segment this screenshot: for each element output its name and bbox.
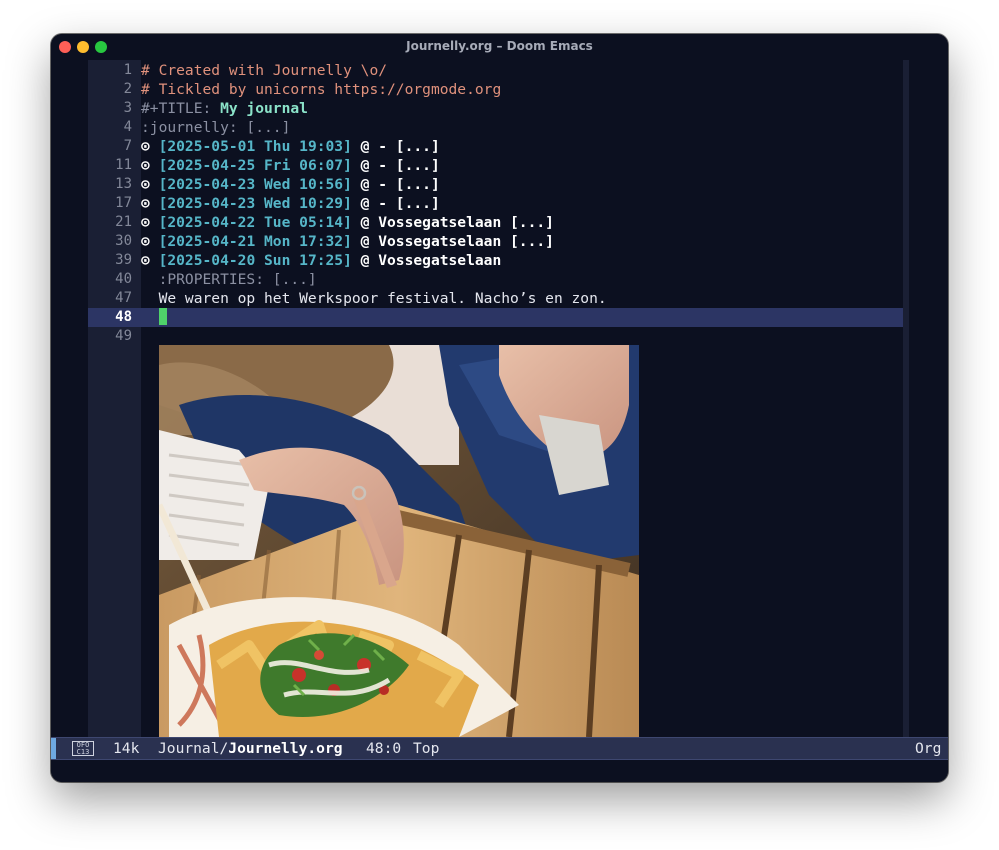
heading-timestamp: [2025-04-20 Sun 17:25] [158, 252, 352, 269]
encoding-icon-bottom: C13 [76, 747, 90, 756]
buffer-line[interactable]: 11 ⊙ [2025-04-25 Fri 06:07] @ - [...] [51, 156, 903, 175]
title-keyword: #+TITLE: [141, 100, 221, 117]
buffer-line[interactable]: 47 We waren op het Werkspoor festival. N… [51, 289, 903, 308]
line-text[interactable]: ⊙ [2025-04-21 Mon 17:32] @ Vossegatselaa… [141, 232, 554, 251]
buffer-directory: Journal/ [158, 740, 229, 757]
buffer-size: 14k [113, 740, 140, 757]
buffer-line[interactable]: 48 [51, 308, 903, 327]
line-number: 21 [115, 214, 132, 230]
buffer-line[interactable]: 13 ⊙ [2025-04-23 Wed 10:56] @ - [...] [51, 175, 903, 194]
heading-bullet-icon: ⊙ [141, 195, 159, 212]
heading-title: @ - [...] [351, 176, 440, 193]
heading-timestamp: [2025-04-22 Tue 05:14] [158, 214, 352, 231]
cursor-position: 48:0 [366, 740, 402, 757]
buffer-line[interactable]: 7 ⊙ [2025-05-01 Thu 19:03] @ - [...] [51, 137, 903, 156]
right-fringe [903, 60, 909, 737]
line-number: 40 [115, 271, 132, 287]
line-number: 4 [123, 119, 132, 135]
line-text[interactable]: ⊙ [2025-04-25 Fri 06:07] @ - [...] [141, 156, 440, 175]
heading-bullet-icon: ⊙ [141, 252, 159, 269]
line-text[interactable] [141, 308, 167, 327]
line-text[interactable]: # Created with Journelly \o/ [141, 61, 387, 80]
heading-bullet-icon: ⊙ [141, 214, 159, 231]
heading-timestamp: [2025-04-23 Wed 10:56] [158, 176, 352, 193]
buffer-line[interactable]: 17 ⊙ [2025-04-23 Wed 10:29] @ - [...] [51, 194, 903, 213]
heading-title: @ - [...] [351, 138, 440, 155]
nachos-photo [159, 345, 639, 737]
heading-bullet-icon: ⊙ [141, 233, 159, 250]
line-text[interactable]: ⊙ [2025-04-20 Sun 17:25] @ Vossegatselaa… [141, 251, 501, 270]
current-line-highlight [88, 308, 903, 327]
buffer-line[interactable]: 49 [51, 327, 903, 346]
title-bar: Journelly.org – Doom Emacs [51, 34, 948, 60]
major-mode[interactable]: Org [915, 740, 941, 758]
heading-title: @ Vossegatselaan [...] [351, 233, 554, 250]
line-number: 11 [115, 157, 132, 173]
line-number: 2 [123, 81, 132, 97]
line-number: 39 [115, 252, 132, 268]
window-title: Journelly.org – Doom Emacs [406, 39, 593, 53]
line-text[interactable]: :PROPERTIES: [...] [141, 270, 317, 289]
heading-bullet-icon: ⊙ [141, 157, 159, 174]
buffer-line[interactable]: 39 ⊙ [2025-04-20 Sun 17:25] @ Vossegatsel… [51, 251, 903, 270]
heading-title: @ Vossegatselaan [351, 252, 502, 269]
text-cursor [158, 308, 167, 325]
comment-text: # Created with Journelly \o/ [141, 62, 388, 79]
buffer-line[interactable]: 40 :PROPERTIES: [...] [51, 270, 903, 289]
buffer-file-name: Journelly.org [228, 740, 343, 757]
heading-timestamp: [2025-04-25 Fri 06:07] [158, 157, 352, 174]
line-text[interactable]: #+TITLE: My journal [141, 99, 308, 118]
heading-timestamp: [2025-04-21 Mon 17:32] [158, 233, 352, 250]
heading-timestamp: [2025-05-01 Thu 19:03] [158, 138, 352, 155]
line-number: 13 [115, 176, 132, 192]
buffer-line[interactable]: 2 # Tickled by unicorns https://orgmode.o… [51, 80, 903, 99]
line-text[interactable]: :journelly: [...] [141, 118, 290, 137]
folded-drawer: :PROPERTIES: [...] [141, 271, 317, 288]
folded-drawer: :journelly: [...] [141, 119, 291, 136]
line-text[interactable]: ⊙ [2025-05-01 Thu 19:03] @ - [...] [141, 137, 440, 156]
heading-title: @ - [...] [351, 157, 440, 174]
line-number: 1 [123, 62, 132, 78]
buffer-line[interactable]: 21 ⊙ [2025-04-22 Tue 05:14] @ Vossegatsel… [51, 213, 903, 232]
line-number: 7 [123, 138, 132, 154]
buffer-line[interactable]: 30 ⊙ [2025-04-21 Mon 17:32] @ Vossegatsel… [51, 232, 903, 251]
heading-title: @ - [...] [351, 195, 440, 212]
buffer-line[interactable]: 1 # Created with Journelly \o/ [51, 61, 903, 80]
scroll-position: Top [413, 740, 440, 757]
document-title: My journal [220, 100, 308, 117]
line-text[interactable]: ⊙ [2025-04-22 Tue 05:14] @ Vossegatselaa… [141, 213, 554, 232]
line-number: 3 [123, 100, 132, 116]
buffer-line[interactable]: 3 #+TITLE: My journal [51, 99, 903, 118]
heading-bullet-icon: ⊙ [141, 176, 159, 193]
mode-line: OFO C13 14k Journal/Journelly.org 48:0 T… [51, 737, 948, 760]
comment-text: # Tickled by unicorns https://orgmode.or… [141, 81, 502, 98]
heading-bullet-icon: ⊙ [141, 138, 159, 155]
minibuffer[interactable] [51, 760, 948, 782]
indent-text [141, 309, 159, 326]
line-text[interactable]: ⊙ [2025-04-23 Wed 10:56] @ - [...] [141, 175, 440, 194]
line-text[interactable]: We waren op het Werkspoor festival. Nach… [141, 289, 607, 308]
buffer-path[interactable]: Journal/Journelly.org [158, 740, 343, 758]
heading-title: @ Vossegatselaan [...] [351, 214, 554, 231]
line-number: 17 [115, 195, 132, 211]
line-number: 30 [115, 233, 132, 249]
emacs-window: Journelly.org – Doom Emacs 1 # Created wi… [51, 34, 948, 782]
mode-line-indicator [51, 738, 56, 759]
line-number: 49 [115, 328, 132, 344]
line-number: 48 [115, 309, 132, 325]
heading-timestamp: [2025-04-23 Wed 10:29] [158, 195, 352, 212]
line-text[interactable]: ⊙ [2025-04-23 Wed 10:29] @ - [...] [141, 194, 440, 213]
line-text[interactable]: # Tickled by unicorns https://orgmode.or… [141, 80, 501, 99]
body-text: We waren op het Werkspoor festival. Nach… [141, 290, 607, 307]
buffer-encoding-icon: OFO C13 [72, 741, 94, 756]
buffer-line[interactable]: 4 :journelly: [...] [51, 118, 903, 137]
line-number: 47 [115, 290, 132, 306]
